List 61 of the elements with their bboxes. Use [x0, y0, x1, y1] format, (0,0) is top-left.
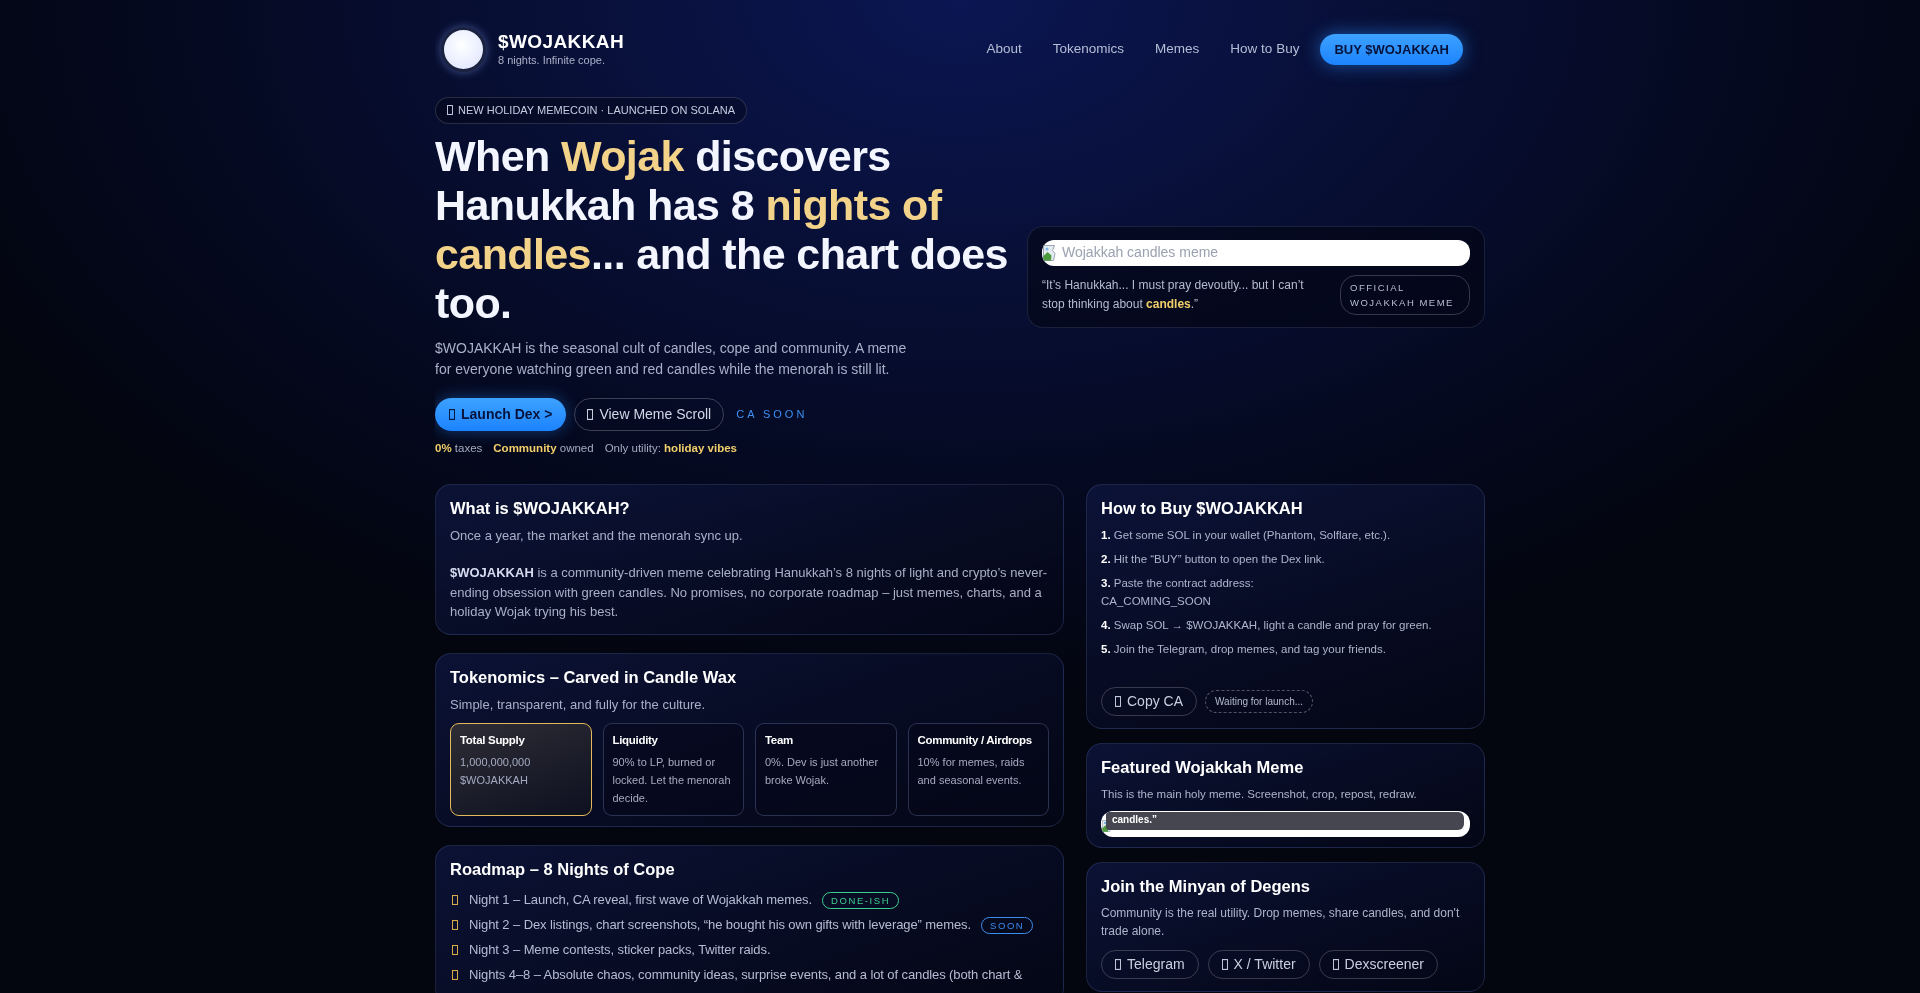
contract-status: CA SOON	[736, 406, 808, 422]
logo-icon	[441, 27, 486, 72]
stat-text: Community owned	[493, 440, 594, 456]
roadmap-item: Night 1 – Launch, CA reveal, first wave of Wojakkah memes.	[469, 891, 812, 910]
glyph-box-icon	[452, 970, 458, 981]
meme-quote: “It’s Hanukkah... I must pray devoutly... but I can’t stop thinking about candles.”	[1042, 276, 1305, 313]
card-title: How to Buy $WOJAKKAH	[1101, 497, 1304, 519]
contract-address: CA_COMING_SOON	[1101, 593, 1212, 609]
glyph-box-icon	[452, 920, 458, 931]
tile-title: Total Supply	[460, 733, 526, 749]
brand-name: $WOJAKKAH	[498, 31, 625, 54]
image-alt-text: Wojakkah candles meme	[1062, 243, 1219, 263]
stat-text: Only utility: holiday vibes	[604, 440, 737, 456]
meme-tag: OFFICIAL WOJAKKAH MEME	[1340, 274, 1470, 315]
card-title: Roadmap – 8 Nights of Cope	[450, 859, 676, 881]
card-title: Featured Wojakkah Meme	[1101, 756, 1305, 778]
step-text: 5. Join the Telegram, drop memes, and tag your friends.	[1101, 641, 1387, 657]
glyph-box-icon	[1115, 695, 1121, 707]
announcement-badge: NEW HOLIDAY MEMECOIN · LAUNCHED ON SOLANA	[435, 97, 748, 124]
card-text: Once a year, the market and the menorah sync up.	[450, 526, 744, 545]
roadmap-item: Night 2 – Dex listings, chart screenshots, “he bought his own gifts with leverage” memes.	[469, 916, 971, 935]
tile-title: Liquidity	[612, 733, 659, 749]
hero-description: $WOJAKKAH is the seasonal cult of candles, cope and community. A meme for everyone watching green and red candles while the menorah is still lit.	[435, 338, 908, 379]
card-text: Simple, transparent, and fully for the culture.	[450, 695, 707, 714]
buy-button[interactable]: BUY $WOJAKKAH	[1320, 33, 1463, 66]
roadmap-item: Night 3 – Meme contests, sticker packs, Twitter raids.	[469, 941, 771, 960]
tile-text: 10% for memes, raids and seasonal events.	[917, 754, 1026, 788]
tile-text: 0%. Dev is just another broke Wojak.	[765, 754, 880, 788]
stat-text: 0% taxes	[435, 440, 483, 456]
glyph-box-icon	[452, 895, 458, 906]
glyph-box-icon	[452, 945, 458, 956]
tile-title: Community / Airdrops	[917, 733, 1033, 749]
tile-text: 90% to LP, burned or locked. Let the menorah decide.	[612, 754, 732, 806]
glyph-box-icon	[587, 408, 594, 420]
card-title: What is $WOJAKKAH?	[450, 497, 631, 519]
nav-link[interactable]: How to Buy	[1230, 39, 1300, 60]
glyph-box-icon	[449, 408, 455, 420]
glyph-box-icon	[447, 105, 453, 116]
glyph-box-icon	[1332, 958, 1339, 970]
card-title: Tokenomics – Carved in Candle Wax	[450, 666, 738, 688]
step-text: 3. Paste the contract address:	[1101, 575, 1255, 591]
tile-title: Team	[765, 733, 794, 749]
card-text: Community is the real utility. Drop memes, share candles, and don't trade alone.	[1101, 904, 1461, 940]
step-text: 1. Get some SOL in your wallet (Phantom, Solflare, etc.).	[1101, 527, 1392, 543]
broken-image-icon	[1043, 244, 1059, 261]
card-text: This is the main holy meme. Screenshot, crop, repost, redraw.	[1101, 786, 1418, 802]
roadmap-item: Nights 4–8 – Absolute chaos, community ideas, surprise events, and a lot of candles (both chart &	[469, 966, 1023, 985]
card-title: Join the Minyan of Degens	[1101, 875, 1312, 897]
nav-link[interactable]: Tokenomics	[1052, 39, 1125, 60]
image-caption: candles.”	[1106, 811, 1464, 830]
card-text: $WOJAKKAH is a community-driven meme celebrating Hanukkah’s 8 nights of light and crypto’s never-ending obsession with green candles. No promises, no corporate roadmap – just memes, charts, and a holiday Wojak trying his best.	[450, 564, 1049, 622]
nav-link[interactable]: Memes	[1155, 39, 1200, 60]
hero-heading: When Wojak discovers Hanukkah has 8 nights of candles... and the chart does too.	[435, 131, 1009, 328]
tile-text: 1,000,000,000 $WOJAKKAH	[460, 754, 532, 788]
glyph-box-icon	[1115, 958, 1121, 970]
glyph-box-icon	[1221, 958, 1228, 970]
step-text: 4. Swap SOL → $WOJAKKAH, light a candle and pray for green.	[1101, 617, 1433, 633]
nav-link[interactable]: About	[986, 39, 1022, 60]
launch-button[interactable]: Launch Dex >	[435, 397, 567, 431]
brand-tagline: 8 nights. Infinite cope.	[498, 53, 606, 68]
step-text: 2. Hit the “BUY” button to open the Dex link.	[1101, 551, 1326, 567]
